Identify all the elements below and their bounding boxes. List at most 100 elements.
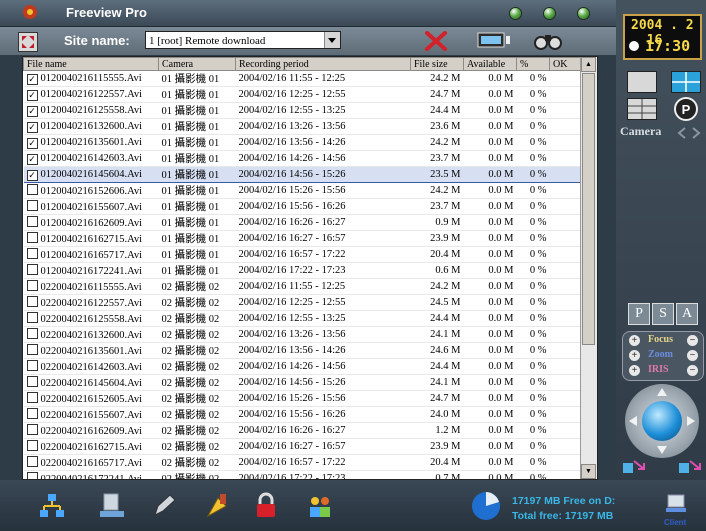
table-row[interactable]: ✓ 0120040216135601.Avi 01 攝影機 01 2004/02/16…: [23, 134, 582, 151]
row-checkbox[interactable]: [26, 472, 38, 479]
ptz-center-icon[interactable]: [642, 401, 682, 441]
scroll-up-icon[interactable]: ▲: [581, 57, 596, 72]
table-row[interactable]: 0120040216155607.Avi 01 攝影機 01 2004/02/16 …: [23, 198, 582, 215]
table-row[interactable]: 0220040216162609.Avi 02 攝影機 02 2004/02/16 …: [23, 422, 582, 439]
col-camera[interactable]: Camera: [158, 57, 236, 71]
row-checkbox[interactable]: ✓: [26, 121, 38, 133]
site-name-select[interactable]: 1 [root] Remote download: [145, 31, 341, 49]
search-binoculars-icon[interactable]: [532, 30, 564, 52]
col-available[interactable]: Available: [463, 57, 517, 71]
table-row[interactable]: ✓ 0120040216145604.Avi 01 攝影機 01 2004/02/16…: [23, 166, 582, 183]
scroll-down-icon[interactable]: ▼: [581, 464, 596, 479]
row-checkbox[interactable]: [26, 280, 38, 291]
table-row[interactable]: ✓ 0120040216142603.Avi 01 攝影機 01 2004/02/16…: [23, 150, 582, 167]
zoom-minus-icon[interactable]: −: [687, 350, 698, 361]
table-row[interactable]: 0120040216162715.Avi 01 攝影機 01 2004/02/16 …: [23, 230, 582, 247]
table-row[interactable]: 0220040216172241.Avi 02 攝影機 02 2004/02/16 …: [23, 470, 582, 479]
dropdown-arrow-icon[interactable]: [324, 32, 340, 48]
table-row[interactable]: ✓ 0120040216132600.Avi 01 攝影機 01 2004/02/16…: [23, 118, 582, 135]
connect-icon[interactable]: [620, 455, 648, 477]
row-checkbox[interactable]: ✓: [26, 73, 38, 85]
col-ok[interactable]: OK: [549, 57, 582, 71]
playback-icon[interactable]: [476, 30, 512, 52]
row-checkbox[interactable]: [26, 296, 38, 307]
record-mode-icon[interactable]: P: [673, 96, 699, 122]
scan-button[interactable]: S: [652, 303, 674, 325]
row-checkbox[interactable]: [26, 328, 38, 339]
table-row[interactable]: 0120040216152606.Avi 01 攝影機 01 2004/02/16 …: [23, 182, 582, 199]
row-checkbox[interactable]: [26, 376, 38, 387]
expand-button[interactable]: [18, 32, 38, 52]
vertical-scrollbar[interactable]: ▲ ▼: [580, 57, 597, 479]
single-view-button[interactable]: [627, 71, 657, 93]
table-row[interactable]: 0220040216165717.Avi 02 攝影機 02 2004/02/16 …: [23, 454, 582, 471]
row-checkbox[interactable]: ✓: [26, 89, 38, 101]
lock-icon[interactable]: [252, 492, 280, 520]
zoom-plus-icon[interactable]: +: [629, 350, 640, 361]
row-checkbox[interactable]: [26, 408, 38, 419]
maximize-icon[interactable]: [544, 8, 555, 19]
settings-tools-icon[interactable]: [204, 492, 232, 520]
camera-nav-arrows-icon[interactable]: [676, 127, 702, 139]
row-checkbox[interactable]: ✓: [26, 153, 38, 165]
quad-view-button[interactable]: [671, 71, 701, 93]
row-checkbox[interactable]: [26, 264, 38, 275]
focus-minus-icon[interactable]: −: [687, 335, 698, 346]
delete-icon[interactable]: [424, 30, 448, 52]
table-row[interactable]: ✓ 0120040216122557.Avi 01 攝影機 01 2004/02/16…: [23, 86, 582, 103]
row-checkbox[interactable]: [26, 200, 38, 211]
row-checkbox[interactable]: ✓: [26, 105, 38, 117]
row-checkbox[interactable]: [26, 216, 38, 227]
row-checkbox[interactable]: [26, 456, 38, 467]
col-percent[interactable]: %: [516, 57, 550, 71]
col-file-name[interactable]: File name: [23, 57, 159, 71]
table-row[interactable]: ✓ 0120040216115555.Avi 01 攝影機 01 2004/02/16…: [23, 70, 582, 87]
row-checkbox[interactable]: [26, 344, 38, 355]
multi-view-button[interactable]: [627, 98, 657, 120]
table-row[interactable]: 0120040216165717.Avi 01 攝影機 01 2004/02/16 …: [23, 246, 582, 263]
table-row[interactable]: 0220040216155607.Avi 02 攝影機 02 2004/02/16 …: [23, 406, 582, 423]
table-row[interactable]: 0220040216135601.Avi 02 攝影機 02 2004/02/16 …: [23, 342, 582, 359]
file-list[interactable]: File name Camera Recording period File s…: [22, 56, 598, 480]
client-icon[interactable]: [664, 494, 688, 516]
col-file-size[interactable]: File size: [410, 57, 464, 71]
table-row[interactable]: 0220040216115555.Avi 02 攝影機 02 2004/02/16 …: [23, 278, 582, 295]
table-row[interactable]: 0220040216125558.Avi 02 攝影機 02 2004/02/16 …: [23, 310, 582, 327]
scroll-thumb[interactable]: [582, 73, 595, 345]
close-icon[interactable]: [578, 8, 589, 19]
available-cell: 0.0 M: [463, 118, 517, 135]
row-checkbox[interactable]: [26, 232, 38, 243]
iris-minus-icon[interactable]: −: [687, 365, 698, 376]
table-row[interactable]: 0120040216162609.Avi 01 攝影機 01 2004/02/16 …: [23, 214, 582, 231]
table-row[interactable]: 0220040216152605.Avi 02 攝影機 02 2004/02/16 …: [23, 390, 582, 407]
edit-pencil-icon[interactable]: [150, 492, 178, 520]
network-icon[interactable]: [38, 492, 66, 520]
computer-icon[interactable]: [98, 492, 126, 520]
ptz-joystick[interactable]: [625, 384, 699, 458]
col-recording-period[interactable]: Recording period: [235, 57, 411, 71]
focus-plus-icon[interactable]: +: [629, 335, 640, 346]
row-checkbox[interactable]: [26, 248, 38, 259]
table-row[interactable]: 0220040216145604.Avi 02 攝影機 02 2004/02/16 …: [23, 374, 582, 391]
row-checkbox[interactable]: ✓: [26, 169, 38, 181]
table-row[interactable]: 0220040216162715.Avi 02 攝影機 02 2004/02/16 …: [23, 438, 582, 455]
table-row[interactable]: 0220040216142603.Avi 02 攝影機 02 2004/02/16 …: [23, 358, 582, 375]
file-size-cell: 24.2 M: [410, 182, 464, 199]
auto-button[interactable]: A: [676, 303, 698, 325]
minimize-icon[interactable]: [510, 8, 521, 19]
table-row[interactable]: 0220040216122557.Avi 02 攝影機 02 2004/02/16 …: [23, 294, 582, 311]
row-checkbox[interactable]: [26, 360, 38, 371]
table-row[interactable]: 0220040216132600.Avi 02 攝影機 02 2004/02/16 …: [23, 326, 582, 343]
row-checkbox[interactable]: [26, 440, 38, 451]
disconnect-icon[interactable]: [676, 455, 704, 477]
preset-button[interactable]: P: [628, 303, 650, 325]
iris-plus-icon[interactable]: +: [629, 365, 640, 376]
table-row[interactable]: 0120040216172241.Avi 01 攝影機 01 2004/02/16 …: [23, 262, 582, 279]
users-icon[interactable]: [306, 492, 334, 520]
row-checkbox[interactable]: ✓: [26, 137, 38, 149]
table-row[interactable]: ✓ 0120040216125558.Avi 01 攝影機 01 2004/02/16…: [23, 102, 582, 119]
row-checkbox[interactable]: [26, 184, 38, 195]
row-checkbox[interactable]: [26, 392, 38, 403]
row-checkbox[interactable]: [26, 312, 38, 323]
row-checkbox[interactable]: [26, 424, 38, 435]
